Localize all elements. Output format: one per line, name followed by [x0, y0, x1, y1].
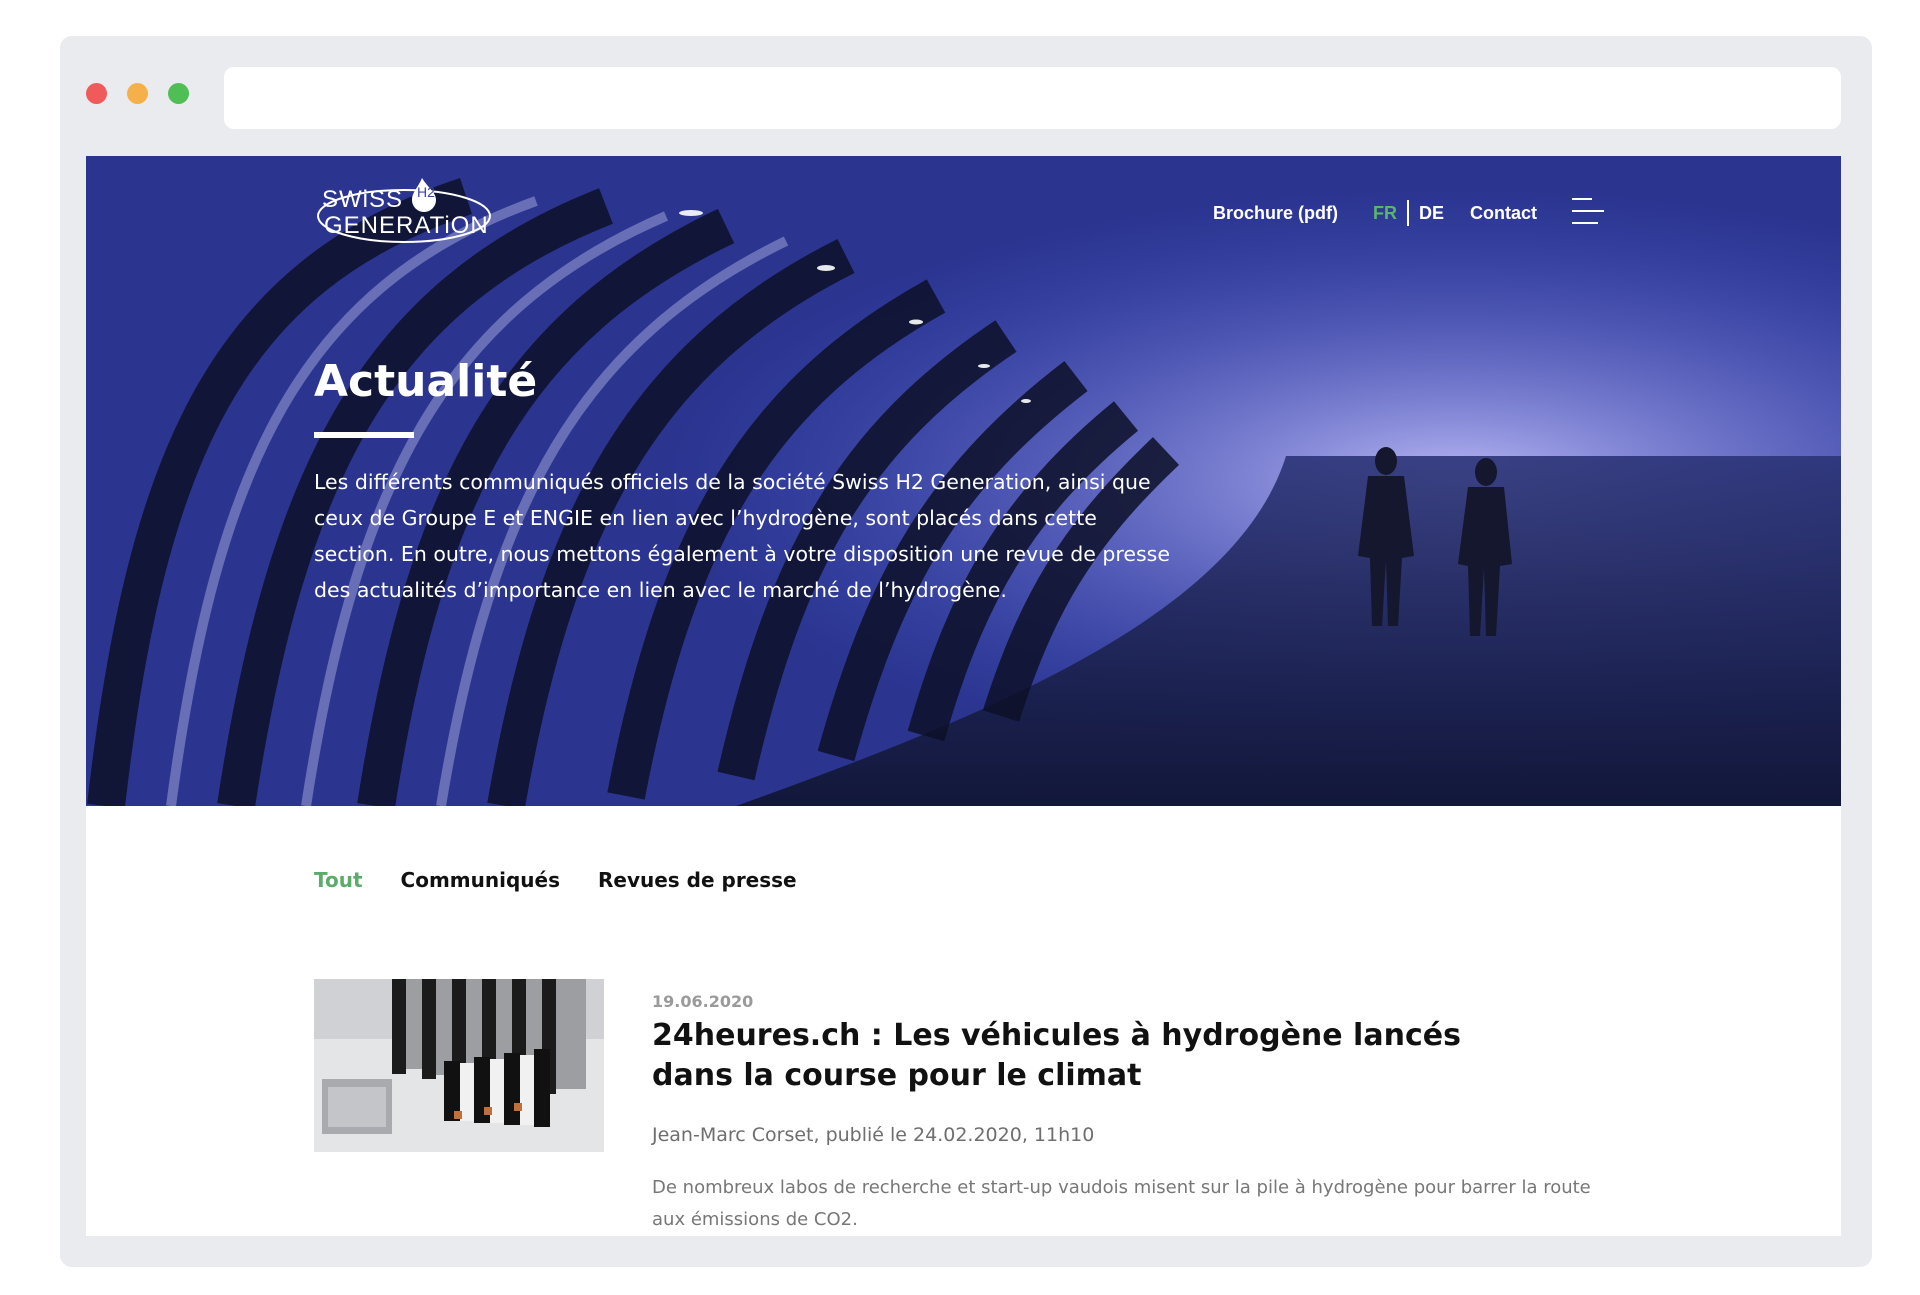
hero-description: Les différents communiqués officiels de …	[314, 470, 1170, 602]
swiss-h2-generation-logo[interactable]: SWiSS H2 GENERATiON	[314, 172, 494, 252]
article-thumbnail[interactable]	[314, 979, 604, 1152]
page-viewport: SWiSS H2 GENERATiON Brochure (pdf) FR DE…	[86, 156, 1841, 1236]
minimize-window-button[interactable]	[127, 83, 148, 104]
page-title: Actualité	[314, 356, 538, 407]
lang-fr-link[interactable]: FR	[1373, 203, 1397, 224]
article-byline: Jean-Marc Corset, publié le 24.02.2020, …	[652, 1124, 1095, 1146]
filter-tabs: Tout Communiqués Revues de presse	[314, 868, 835, 892]
logo-text-swiss: SWiSS	[322, 186, 404, 213]
title-underline	[314, 432, 414, 438]
close-window-button[interactable]	[86, 83, 107, 104]
article-title-link[interactable]: 24heures.ch : Les véhicules à hydrogène …	[652, 1016, 1552, 1096]
lang-separator	[1407, 200, 1409, 226]
lang-de-link[interactable]: DE	[1419, 203, 1444, 224]
logo-text-h2: H2	[417, 184, 435, 200]
logo-text-generation: GENERATiON	[324, 212, 489, 239]
hamburger-menu-icon[interactable]	[1572, 198, 1604, 224]
contact-link[interactable]: Contact	[1470, 198, 1537, 228]
hero-banner: SWiSS H2 GENERATiON Brochure (pdf) FR DE…	[86, 156, 1841, 806]
browser-window: SWiSS H2 GENERATiON Brochure (pdf) FR DE…	[60, 36, 1872, 1267]
tab-revues-de-presse[interactable]: Revues de presse	[598, 868, 797, 892]
brochure-link[interactable]: Brochure (pdf)	[1213, 198, 1338, 228]
tab-communiques[interactable]: Communiqués	[401, 868, 560, 892]
tab-tout[interactable]: Tout	[314, 868, 363, 892]
article-excerpt: De nombreux labos de recherche et start-…	[652, 1177, 1591, 1230]
fuel-cell-image	[314, 979, 604, 1152]
address-bar[interactable]	[224, 67, 1841, 129]
maximize-window-button[interactable]	[168, 83, 189, 104]
article-date: 19.06.2020	[652, 992, 754, 1011]
language-switcher: FR DE	[1373, 198, 1444, 228]
